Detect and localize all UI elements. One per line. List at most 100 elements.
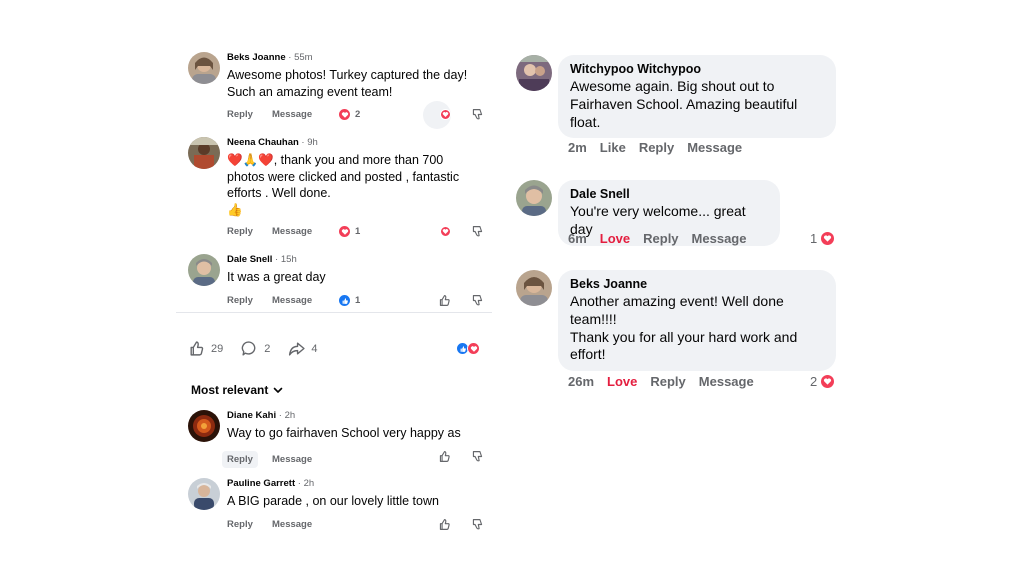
comment-bubble: Beks Joanne Another amazing event! Well … <box>558 270 836 372</box>
comment-line: Another amazing event! Well done <box>570 293 784 309</box>
comment-header: Dale Snell · 15h <box>227 254 297 265</box>
message-button[interactable]: Message <box>272 109 312 120</box>
love-icon <box>820 231 836 246</box>
comment-actions: 6m Love Reply Message <box>568 231 759 246</box>
thumbs-down-icon[interactable] <box>471 450 484 463</box>
comment-time[interactable]: 55m <box>294 52 312 63</box>
comment-time[interactable]: 26m <box>568 374 594 389</box>
author-name[interactable]: Beks Joanne <box>227 52 286 63</box>
message-button[interactable]: Message <box>272 454 312 465</box>
comment-line: It was a great day <box>227 270 326 284</box>
thumbs-up-icon[interactable] <box>438 294 451 307</box>
comment-time[interactable]: 2m <box>568 140 587 155</box>
comment-line: float. <box>570 113 601 130</box>
love-icon <box>338 225 351 238</box>
comment-text: Way to go fairhaven School very happy as <box>227 426 461 440</box>
comment-actions: Reply Message <box>222 451 312 468</box>
reply-button[interactable]: Reply <box>227 295 272 306</box>
share-arrow-icon <box>289 342 306 356</box>
comment-header: Beks Joanne · 55m <box>227 52 313 63</box>
react-controls <box>440 108 484 121</box>
comment-time[interactable]: 9h <box>307 137 318 148</box>
post-reactions[interactable] <box>456 342 480 355</box>
love-button[interactable]: Love <box>607 374 637 389</box>
reply-button[interactable]: Reply <box>227 226 272 237</box>
reply-button[interactable]: Reply <box>222 451 258 468</box>
message-button[interactable]: Message <box>272 295 312 306</box>
react-controls <box>438 294 484 307</box>
react-controls <box>440 225 484 238</box>
author-name[interactable]: Diane Kahi <box>227 410 276 421</box>
avatar[interactable] <box>516 55 552 91</box>
thumbs-down-icon[interactable] <box>471 108 484 121</box>
thumbs-down-icon[interactable] <box>471 225 484 238</box>
avatar[interactable] <box>516 270 552 306</box>
reaction-summary[interactable]: 1 <box>810 231 836 246</box>
author-name[interactable]: Dale Snell <box>227 254 272 265</box>
reply-button[interactable]: Reply <box>227 519 272 530</box>
avatar[interactable] <box>188 52 220 84</box>
author-name[interactable]: Witchypoo Witchypoo <box>570 61 824 78</box>
comment-line: team!!!! <box>570 310 617 327</box>
react-controls <box>438 518 484 531</box>
comment-line: effort! <box>570 346 606 363</box>
author-name[interactable]: Pauline Garrett <box>227 478 295 489</box>
comment-text: ❤️🙏❤️, thank you and more than 700 photo… <box>227 152 485 218</box>
thumbs-up-icon[interactable] <box>438 450 451 463</box>
comment-time[interactable]: 2h <box>285 410 296 421</box>
comment-line: 👍 <box>227 202 243 217</box>
reply-button[interactable]: Reply <box>643 231 678 246</box>
message-button[interactable]: Message <box>687 140 742 155</box>
avatar[interactable] <box>188 478 220 510</box>
like-count: 29 <box>211 342 224 355</box>
reaction-summary[interactable]: 2 <box>338 108 360 121</box>
reply-button[interactable]: Reply <box>227 109 272 120</box>
comment-line: ❤️🙏❤️, thank you and more than 700 <box>227 153 444 167</box>
comment-text: A BIG parade , on our lovely little town <box>227 494 439 508</box>
message-button[interactable]: Message <box>272 226 312 237</box>
reaction-summary[interactable]: 1 <box>338 225 360 238</box>
comment-time[interactable]: 2h <box>304 478 315 489</box>
thumbs-down-icon[interactable] <box>471 518 484 531</box>
avatar[interactable] <box>188 254 220 286</box>
share-count: 4 <box>311 342 318 355</box>
comment-text: It was a great day <box>227 269 485 286</box>
love-button[interactable]: Love <box>600 231 630 246</box>
message-button[interactable]: Message <box>272 519 312 530</box>
avatar[interactable] <box>188 410 220 442</box>
reaction-summary[interactable]: 2 <box>810 374 836 389</box>
reply-button[interactable]: Reply <box>639 140 674 155</box>
message-button[interactable]: Message <box>692 231 747 246</box>
comment-line: Awesome again. Big shout out to <box>570 78 775 94</box>
comment-actions: 2m Like Reply Message <box>568 140 755 155</box>
thumbs-up-icon[interactable] <box>438 518 451 531</box>
author-name[interactable]: Neena Chauhan <box>227 137 299 148</box>
sort-label: Most relevant <box>191 383 269 397</box>
share-stat[interactable]: 4 <box>288 340 318 357</box>
comment-time[interactable]: 6m <box>568 231 587 246</box>
love-react-icon[interactable] <box>440 226 451 237</box>
thumbs-up-icon <box>190 341 204 356</box>
comment-stat[interactable]: 2 <box>241 340 270 357</box>
thumbs-down-icon[interactable] <box>471 294 484 307</box>
love-icon <box>467 342 480 355</box>
avatar[interactable] <box>516 180 552 216</box>
love-react-icon[interactable] <box>440 109 451 120</box>
comment-text: Awesome again. Big shout out to Fairhave… <box>570 78 824 131</box>
comment-actions: Reply Message <box>227 109 312 120</box>
message-button[interactable]: Message <box>699 374 754 389</box>
author-name[interactable]: Beks Joanne <box>570 276 824 293</box>
like-stat[interactable]: 29 <box>188 340 223 357</box>
comment-count: 2 <box>264 342 271 355</box>
reaction-count: 2 <box>810 374 818 389</box>
like-button[interactable]: Like <box>600 140 626 155</box>
comment-time[interactable]: 15h <box>281 254 297 265</box>
reaction-summary[interactable]: 1 <box>338 294 360 307</box>
comment-header: Neena Chauhan · 9h <box>227 137 318 148</box>
author-name[interactable]: Dale Snell <box>570 186 768 203</box>
sort-dropdown[interactable]: Most relevant <box>191 383 284 397</box>
reaction-count: 2 <box>355 109 361 120</box>
reply-button[interactable]: Reply <box>650 374 685 389</box>
left-comments-panel: Beks Joanne · 55m Awesome photos! Turkey… <box>176 0 492 576</box>
avatar[interactable] <box>188 137 220 169</box>
